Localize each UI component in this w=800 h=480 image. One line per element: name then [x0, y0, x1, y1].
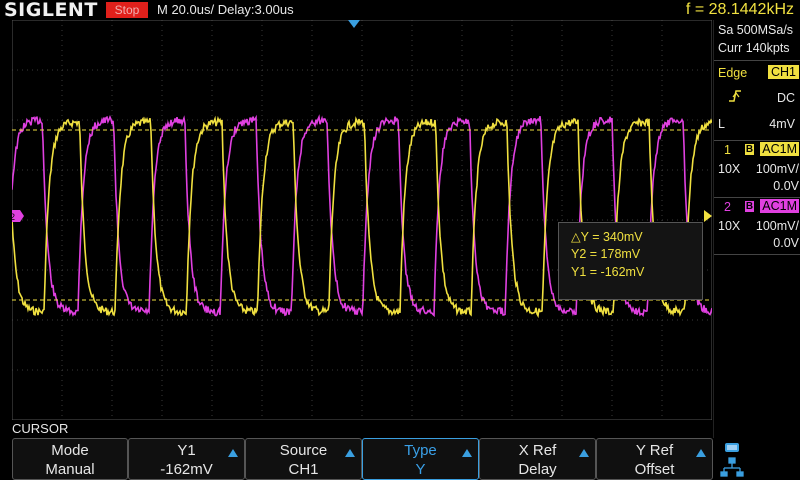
waveform-display[interactable]: 2 — [12, 20, 712, 420]
adjust-arrow-icon — [228, 449, 238, 457]
system-status-icons — [720, 443, 744, 477]
sample-rate: Sa 500MSa/s — [718, 23, 794, 37]
ch1-bw-icon: B — [745, 144, 754, 155]
adjust-arrow-icon — [579, 449, 589, 457]
cursor-measurement-box: △Y = 340mV Y2 = 178mV Y1 = -162mV — [558, 222, 703, 300]
adjust-arrow-icon — [345, 449, 355, 457]
ch2-number: 2 — [724, 200, 731, 214]
softkey-x-ref-value: Delay — [518, 461, 557, 478]
softkey-type-value: Y — [415, 461, 426, 478]
ch2-scale: 100mV/ — [755, 219, 799, 233]
softkey-y1[interactable]: Y1 -162mV — [128, 438, 245, 480]
softkey-mode-label: Mode — [51, 442, 89, 459]
softkey-x-ref-label: X Ref — [518, 442, 557, 459]
ch1-number: 1 — [724, 143, 731, 157]
softkey-x-ref[interactable]: X Ref Delay — [479, 438, 596, 480]
ch1-coupling: AC1M — [760, 142, 799, 156]
ch2-probe: 10X — [718, 219, 741, 233]
ch2-info[interactable]: 2 B AC1M 10X 100mV/ 0.0V — [714, 197, 800, 255]
adjust-arrow-icon — [696, 449, 706, 457]
menu-title: CURSOR — [12, 421, 69, 436]
softkey-y1-value: -162mV — [160, 461, 213, 478]
softkey-y-ref-label: Y Ref — [635, 442, 674, 459]
trigger-position-marker[interactable] — [348, 20, 360, 28]
rising-edge-icon — [729, 90, 741, 102]
softkey-y1-label: Y1 — [177, 442, 196, 459]
ch1-scale: 100mV/ — [755, 162, 799, 176]
softkey-mode[interactable]: Mode Manual — [12, 438, 128, 480]
trigger-level-prefix: L — [718, 117, 725, 131]
ch2-coupling: AC1M — [760, 199, 799, 213]
ch2-offset: 0.0V — [773, 236, 799, 250]
brand-logo: SIGLENT — [4, 0, 98, 21]
frequency-readout: f = 28.1442kHz — [685, 1, 794, 18]
softkey-bar: Mode Manual Y1 -162mV Source CH1 Type Y … — [0, 438, 800, 480]
softkey-mode-value: Manual — [45, 461, 95, 478]
ch1-info[interactable]: 1 B AC1M 10X 100mV/ 0.0V — [714, 140, 800, 198]
softkey-y-ref-value: Offset — [634, 461, 675, 478]
trigger-coupling: DC — [776, 91, 795, 105]
delta-y-readout: △Y = 340mV — [571, 230, 643, 244]
trigger-source: CH1 — [767, 65, 799, 79]
softkey-source[interactable]: Source CH1 — [245, 438, 362, 480]
trigger-type: Edge — [718, 66, 748, 80]
run-state-badge[interactable]: Stop — [106, 2, 148, 18]
y1-readout: Y1 = -162mV — [571, 265, 645, 279]
ch2-bw-icon: B — [745, 201, 754, 212]
softkey-source-value: CH1 — [288, 461, 319, 478]
top-status-bar: SIGLENT Stop M 20.0us/ Delay:3.00us f = … — [0, 0, 800, 20]
softkey-type-label: Type — [404, 442, 437, 459]
softkey-y-ref[interactable]: Y Ref Offset — [596, 438, 713, 480]
y2-readout: Y2 = 178mV — [571, 247, 641, 261]
softkey-type[interactable]: Type Y — [362, 438, 479, 480]
ch1-probe: 10X — [718, 162, 741, 176]
timebase-readout: M 20.0us/ Delay:3.00us — [157, 2, 294, 17]
memory-depth: Curr 140kpts — [718, 41, 790, 55]
network-icon — [720, 457, 744, 477]
adjust-arrow-icon — [462, 449, 472, 457]
usb-icon — [725, 443, 739, 452]
right-info-panel: Sa 500MSa/s Curr 140kpts Edge CH1 DC L 4… — [713, 20, 800, 438]
softkey-source-label: Source — [279, 442, 328, 459]
trigger-level: 4mV — [769, 117, 795, 131]
svg-text:2: 2 — [12, 212, 15, 222]
ch1-offset: 0.0V — [773, 179, 799, 193]
